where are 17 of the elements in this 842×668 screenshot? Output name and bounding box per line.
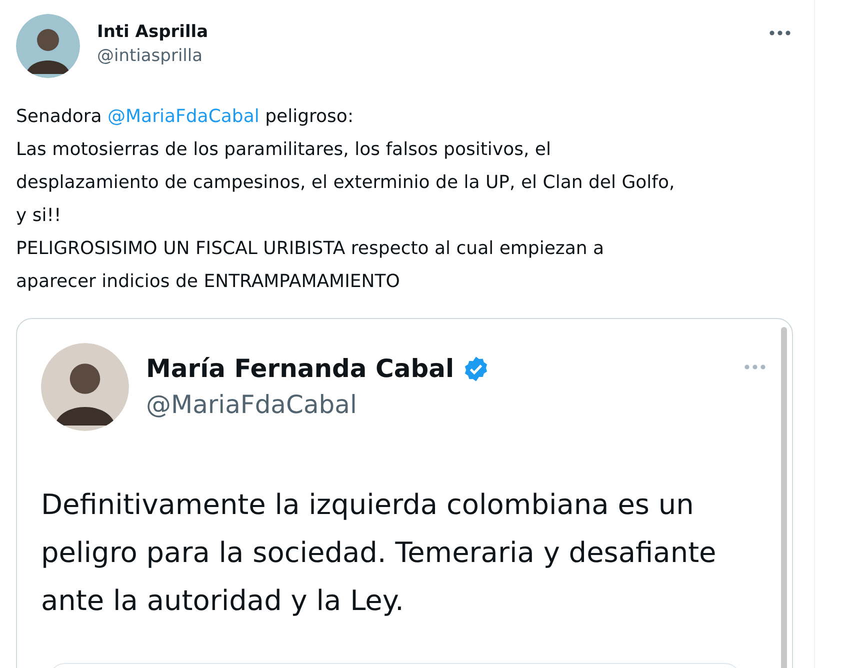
quoted-tweet-text-line: ante la autoridad y la Ley. xyxy=(41,583,405,619)
tweet-text-line: PELIGROSISIMO UN FISCAL URIBISTA respecto al cual empiezan a xyxy=(16,237,606,261)
quoted-author-handle[interactable]: @MariaFdaCabal xyxy=(146,389,490,421)
tweet-text-line: Las motosierras de los paramilitares, los falsos positivos, el xyxy=(16,138,552,162)
avatar xyxy=(16,14,80,78)
author-handle[interactable]: @intiasprilla xyxy=(97,44,208,68)
scrollbar[interactable] xyxy=(781,327,787,668)
quoted-author-name[interactable]: María Fernanda Cabal xyxy=(146,353,454,385)
tweet-text-line: aparecer indicios de ENTRAMPAMAMIENTO xyxy=(16,270,401,294)
quoted-tweet-card[interactable]: María Fernanda Cabal @MariaFdaCabal Definitivamente la izquierda colombiana es un peligro para la sociedad. Temeraria y desafiante ante la autoridad y la Ley. xyxy=(16,318,793,668)
quoted-tweet-text-line: Definitivamente la izquierda colombiana es un xyxy=(41,487,695,523)
more-icon[interactable] xyxy=(769,30,791,36)
tweet-text-line: Senadora @MariaFdaCabal peligroso: xyxy=(16,105,355,129)
tweet-text-line: desplazamiento de campesinos, el exterminio de la UP, el Clan del Golfo, xyxy=(16,171,676,195)
quoted-tweet-text-line: peligro para la sociedad. Temeraria y desafiante xyxy=(41,535,718,571)
author-name[interactable]: Inti Asprilla xyxy=(97,20,208,44)
tweet-text-line: y si!! xyxy=(16,204,62,228)
